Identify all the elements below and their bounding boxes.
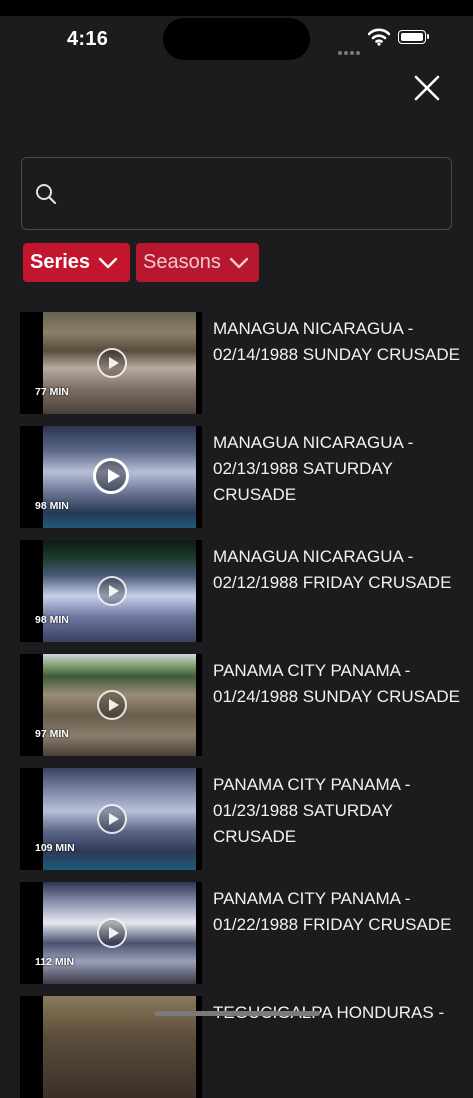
top-edge	[0, 0, 473, 16]
play-icon	[97, 918, 127, 948]
duration-label: 112 MIN	[35, 956, 75, 968]
cellular-signal-icon	[338, 42, 362, 60]
battery-icon	[398, 30, 429, 44]
video-thumbnail: 109 MIN	[20, 768, 202, 870]
duration-label: 97 MIN	[35, 728, 69, 740]
video-thumbnail: 112 MIN	[20, 882, 202, 984]
duration-label: 98 MIN	[35, 500, 69, 512]
video-title: MANAGUA NICARAGUA - 02/12/1988 FRIDAY CR…	[213, 547, 452, 592]
seasons-filter-button[interactable]: Seasons	[136, 243, 259, 282]
close-icon	[414, 75, 440, 101]
video-title: PANAMA CITY PANAMA - 01/22/1988 FRIDAY C…	[213, 889, 452, 934]
video-item[interactable]: 77 MIN MANAGUA NICARAGUA - 02/14/1988 SU…	[0, 312, 473, 414]
series-filter-button[interactable]: Series	[23, 243, 130, 282]
video-thumbnail: 98 MIN	[20, 426, 202, 528]
wifi-icon	[368, 28, 390, 46]
video-item[interactable]: 112 MIN PANAMA CITY PANAMA - 01/22/1988 …	[0, 882, 473, 984]
chevron-down-icon	[229, 257, 249, 268]
video-title: MANAGUA NICARAGUA - 02/14/1988 SUNDAY CR…	[213, 319, 460, 364]
duration-label: 77 MIN	[35, 386, 69, 398]
chevron-down-icon	[98, 257, 118, 268]
video-item[interactable]: 97 MIN PANAMA CITY PANAMA - 01/24/1988 S…	[0, 654, 473, 756]
play-icon	[97, 690, 127, 720]
play-icon	[97, 348, 127, 378]
video-thumbnail: 98 MIN	[20, 540, 202, 642]
play-icon	[97, 804, 127, 834]
video-thumbnail: 97 MIN	[20, 654, 202, 756]
video-thumbnail: 77 MIN	[20, 312, 202, 414]
search-input[interactable]	[72, 158, 446, 230]
video-title: PANAMA CITY PANAMA - 01/23/1988 SATURDAY…	[213, 775, 411, 846]
series-filter-label: Series	[30, 251, 91, 273]
duration-label: 109 MIN	[35, 842, 75, 854]
play-icon	[97, 576, 127, 606]
play-icon	[93, 458, 129, 494]
status-time: 4:16	[67, 28, 109, 50]
video-item[interactable]: 98 MIN MANAGUA NICARAGUA - 02/13/1988 SA…	[0, 426, 473, 528]
search-icon	[36, 184, 57, 205]
search-box[interactable]	[21, 157, 452, 230]
seasons-filter-label: Seasons	[143, 251, 221, 273]
video-item[interactable]: 98 MIN MANAGUA NICARAGUA - 02/12/1988 FR…	[0, 540, 473, 642]
dynamic-island	[163, 18, 310, 60]
video-title: MANAGUA NICARAGUA - 02/13/1988 SATURDAY …	[213, 433, 414, 504]
close-button[interactable]	[410, 71, 444, 105]
video-item[interactable]: 109 MIN PANAMA CITY PANAMA - 01/23/1988 …	[0, 768, 473, 870]
home-indicator[interactable]	[154, 1011, 320, 1016]
video-title: PANAMA CITY PANAMA - 01/24/1988 SUNDAY C…	[213, 661, 460, 706]
status-bar: 4:16	[0, 16, 473, 64]
duration-label: 98 MIN	[35, 614, 69, 626]
